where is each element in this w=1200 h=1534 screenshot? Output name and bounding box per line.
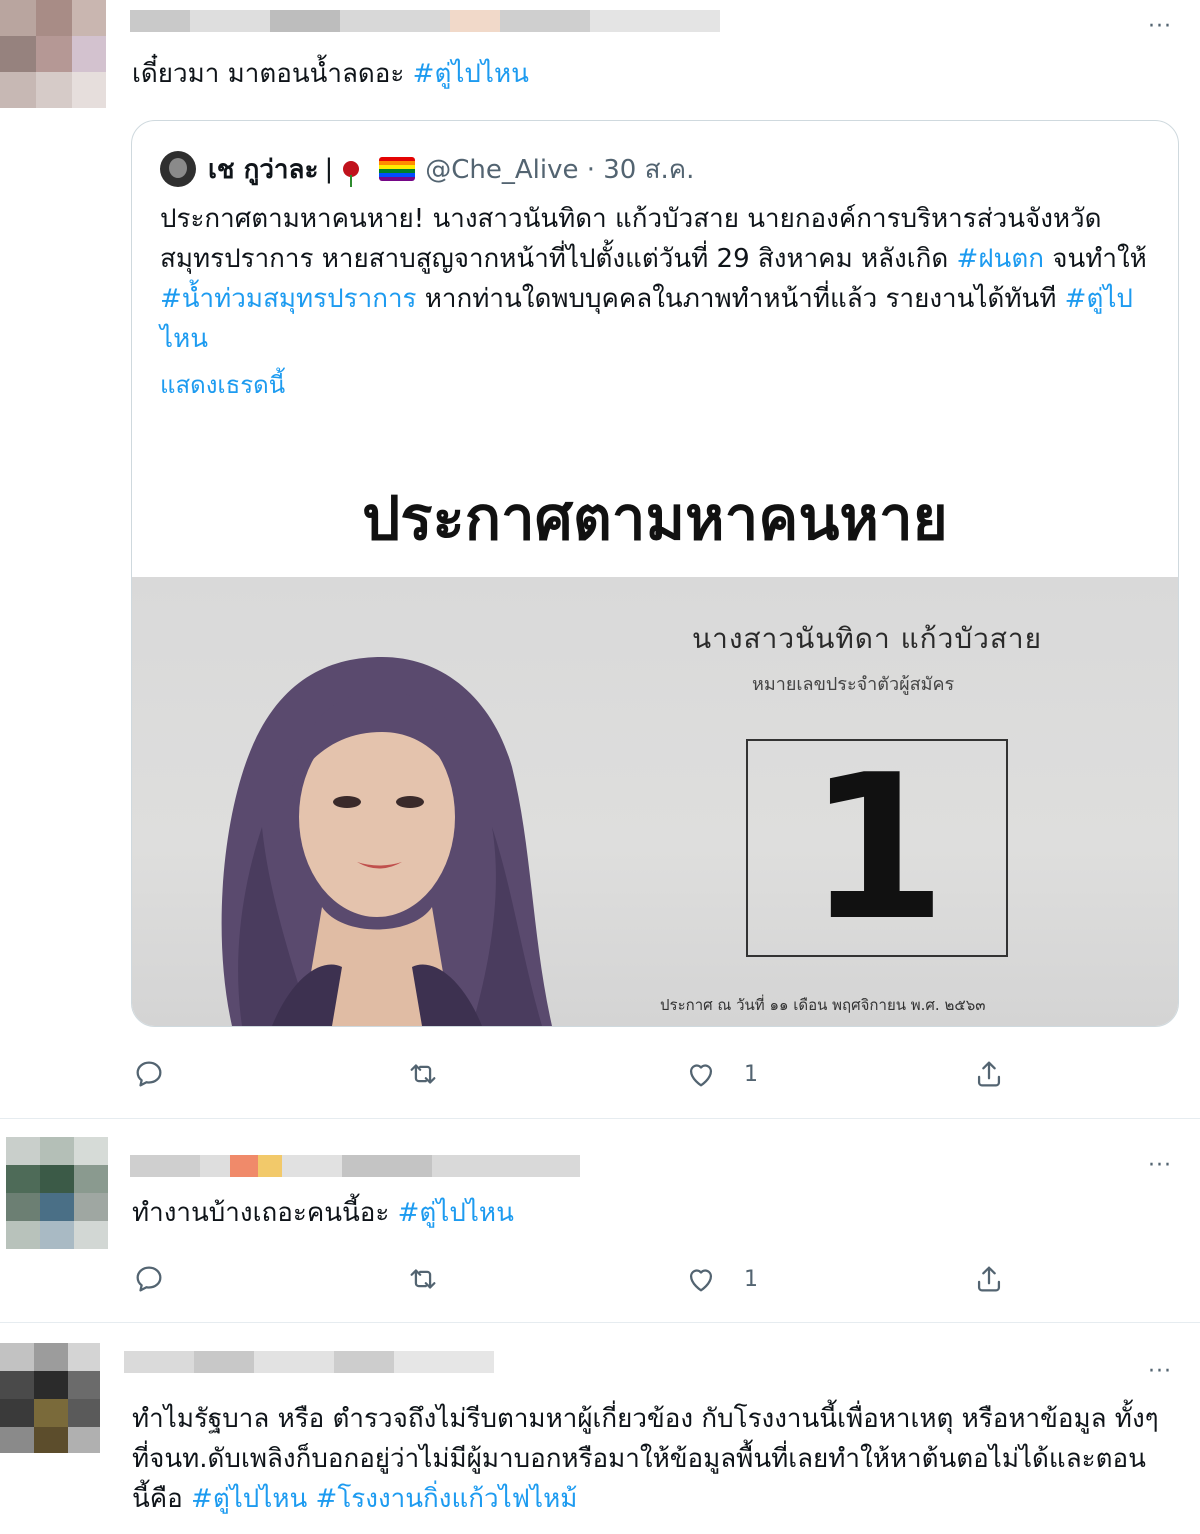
quote-header: เช กูว่าละ | @Che_Alive · 30 ส.ค.: [160, 151, 694, 187]
hashtag-link[interactable]: #โรงงานกิ่งแก้วไฟไหม้: [307, 1484, 578, 1514]
quoted-tweet[interactable]: เช กูว่าละ | @Che_Alive · 30 ส.ค. ประกาศ…: [131, 120, 1179, 1027]
avatar[interactable]: [0, 0, 106, 108]
share-button[interactable]: [972, 1259, 1006, 1299]
poster-image[interactable]: นางสาวนันทิดา แก้วบัวสาย หมายเลขประจำตัว…: [132, 577, 1178, 1026]
like-button[interactable]: 1: [684, 1259, 758, 1299]
quote-text: ประกาศตามหาคนหาย! นางสาวนันทิดา แก้วบัวส…: [160, 199, 1160, 359]
blurred-username[interactable]: [130, 1155, 580, 1177]
reply-icon: [136, 1266, 162, 1292]
poster-candidate-name: นางสาวนันทิดา แก้วบัวสาย: [692, 622, 1043, 655]
rose-emoji-icon: [343, 161, 360, 187]
show-thread-link[interactable]: แสดงเธรดนี้: [160, 365, 285, 404]
hashtag-link[interactable]: #ตู่ไปไหน: [191, 1484, 307, 1514]
blurred-username[interactable]: [124, 1351, 494, 1373]
tweet-text-body: เดี๋ยวมา มาตอนน้ำลดอะ: [132, 59, 413, 89]
poster-title: ประกาศตามหาคนหาย: [362, 484, 948, 554]
candidate-number-box: 1: [746, 731, 1008, 965]
quote-text-part: จนทำให้: [1043, 244, 1147, 274]
hashtag-link[interactable]: #ตู่ไปไหน: [398, 1198, 514, 1228]
retweet-button[interactable]: [406, 1054, 440, 1094]
like-count: 1: [744, 1266, 758, 1292]
quote-avatar[interactable]: [160, 151, 196, 187]
tweet-text: ทำไมรัฐบาล หรือ ตำรวจถึงไม่รีบตามหาผู้เก…: [132, 1399, 1162, 1519]
like-count: 1: [744, 1061, 758, 1087]
reply-icon: [136, 1061, 162, 1087]
tweet-1: ··· เดี๋ยวมา มาตอนน้ำลดอะ #ตู่ไปไหน เช ก…: [0, 0, 1200, 1118]
avatar[interactable]: [0, 1343, 100, 1453]
tweet-actions: 1: [132, 1054, 1032, 1094]
portrait-photo: [221, 657, 552, 1026]
retweet-icon: [410, 1269, 436, 1289]
tweet-actions: 1: [132, 1259, 1032, 1299]
tweet-2: ··· ทำงานบ้างเถอะคนนี้อะ #ตู่ไปไหน 1: [0, 1119, 1200, 1323]
reply-button[interactable]: [132, 1259, 166, 1299]
retweet-icon: [410, 1064, 436, 1084]
name-separator: |: [324, 154, 334, 184]
like-button[interactable]: 1: [684, 1054, 758, 1094]
poster-footer: ประกาศ ณ วันที่ ๑๑ เดือน พฤศจิกายน พ.ศ. …: [660, 996, 986, 1014]
candidate-number: 1: [807, 731, 947, 965]
share-button[interactable]: [972, 1054, 1006, 1094]
tweet-text-body: ทำงานบ้างเถอะคนนี้อะ: [132, 1198, 398, 1228]
rainbow-flag-icon: [379, 157, 416, 181]
more-options-icon[interactable]: ···: [1148, 14, 1172, 39]
quote-handle-date[interactable]: @Che_Alive · 30 ส.ค.: [425, 149, 694, 190]
share-icon: [977, 1061, 1001, 1087]
hashtag-link[interactable]: #น้ำท่วมสมุทรปราการ: [160, 284, 417, 314]
poster-image-top[interactable]: ประกาศตามหาคนหาย: [132, 411, 1178, 577]
tweet-3: ··· ทำไมรัฐบาล หรือ ตำรวจถึงไม่รีบตามหาผ…: [0, 1323, 1200, 1534]
quote-text-part: หากท่านใดพบบุคคลในภาพทำหน้าที่แล้ว รายงา…: [416, 284, 1065, 314]
quote-display-name[interactable]: เช กูว่าละ: [208, 149, 318, 190]
blurred-username[interactable]: [130, 10, 720, 32]
heart-icon: [689, 1064, 713, 1087]
poster-subtitle: หมายเลขประจำตัวผู้สมัคร: [752, 674, 955, 695]
avatar[interactable]: [6, 1137, 108, 1249]
share-icon: [977, 1266, 1001, 1292]
heart-icon: [689, 1269, 713, 1292]
reply-button[interactable]: [132, 1054, 166, 1094]
tweet-text: เดี๋ยวมา มาตอนน้ำลดอะ #ตู่ไปไหน: [132, 54, 529, 94]
more-options-icon[interactable]: ···: [1148, 1359, 1172, 1384]
retweet-button[interactable]: [406, 1259, 440, 1299]
tweet-text: ทำงานบ้างเถอะคนนี้อะ #ตู่ไปไหน: [132, 1193, 514, 1233]
more-options-icon[interactable]: ···: [1148, 1153, 1172, 1178]
hashtag-link[interactable]: #ฝนตก: [957, 244, 1044, 274]
hashtag-link[interactable]: #ตู่ไปไหน: [413, 59, 529, 89]
